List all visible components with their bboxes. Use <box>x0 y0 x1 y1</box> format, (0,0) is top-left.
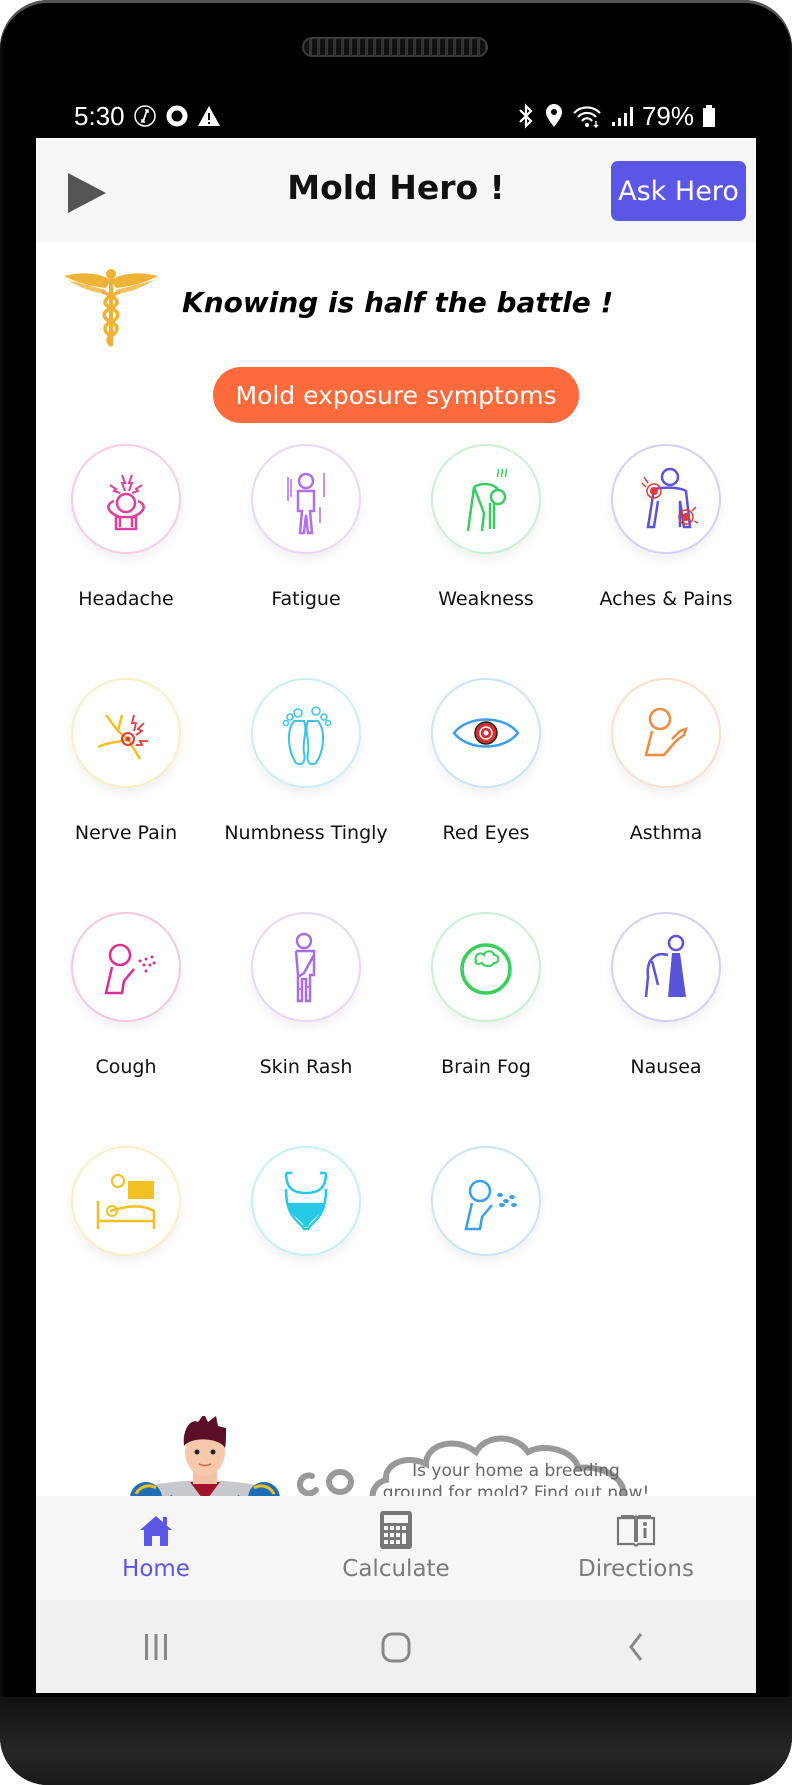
symptom-label: Headache <box>78 588 174 610</box>
tagline: Knowing is half the battle ! <box>182 286 614 319</box>
battery-percent: 79% <box>641 100 694 131</box>
nav-home-label: Home <box>122 1556 190 1582</box>
symptom-tile-skin-rash[interactable]: Skin Rash <box>216 906 396 1140</box>
sneeze-icon <box>431 1146 541 1256</box>
battery-icon <box>702 104 716 128</box>
app-screen: Mold Hero ! Ask Hero Knowing is half the… <box>36 138 756 1693</box>
nav-home[interactable]: Home <box>36 1496 276 1600</box>
symptom-tile-weakness[interactable]: Weakness <box>396 438 576 672</box>
symptom-label: Red Eyes <box>442 822 530 844</box>
symptom-label: Skin Rash <box>259 1056 353 1078</box>
symptom-label: Aches & Pains <box>599 588 733 610</box>
nav-calculate-label: Calculate <box>342 1556 450 1582</box>
nav-directions-label: Directions <box>578 1556 694 1582</box>
symptom-tile-aches-pains[interactable]: Aches & Pains <box>576 438 756 672</box>
symptom-label: Asthma <box>629 822 703 844</box>
brain-fog-icon <box>431 912 541 1022</box>
nausea-icon <box>611 912 721 1022</box>
fatigue-icon <box>251 444 361 554</box>
nerve-pain-icon <box>71 678 181 788</box>
aches-pains-icon <box>611 444 721 554</box>
phone-frame: 5:30 79% Mold Hero ! Ask Hero Knowing is… <box>0 0 792 1785</box>
headache-icon <box>71 444 181 554</box>
bladder-icon <box>251 1146 361 1256</box>
skin-rash-icon <box>251 912 361 1022</box>
symptom-tile-sneeze[interactable] <box>396 1140 576 1374</box>
home-system-button[interactable] <box>366 1622 426 1672</box>
symptom-label: Cough <box>95 1056 157 1078</box>
symptom-tile-numbness-tingly[interactable]: Numbness Tingly <box>216 672 396 906</box>
bluetooth-icon <box>516 103 536 129</box>
system-navigation-bar <box>36 1600 756 1693</box>
cough-icon <box>71 912 181 1022</box>
app-header: Mold Hero ! Ask Hero <box>36 138 756 242</box>
promo-text-line-1: Is your home a breeding <box>412 1461 620 1481</box>
record-circle-icon <box>165 104 189 128</box>
symptom-tile-headache[interactable]: Headache <box>36 438 216 672</box>
play-button[interactable] <box>66 171 108 215</box>
wifi-icon <box>572 103 602 129</box>
asthma-icon <box>611 678 721 788</box>
phone-speaker <box>302 37 488 57</box>
symptom-label: Fatigue <box>271 588 341 610</box>
nav-directions[interactable]: Directions <box>516 1496 756 1600</box>
symptom-label: Nerve Pain <box>74 822 178 844</box>
symptom-label: Numbness Tingly <box>224 822 388 844</box>
location-icon <box>544 103 564 129</box>
symptom-tile-fatigue[interactable]: Fatigue <box>216 438 396 672</box>
symptom-tile-asthma[interactable]: Asthma <box>576 672 756 906</box>
red-eyes-icon <box>431 678 541 788</box>
symptom-tile-nerve-pain[interactable]: Nerve Pain <box>36 672 216 906</box>
insomnia-bed-icon <box>71 1146 181 1256</box>
symptom-tile-bladder[interactable] <box>216 1140 396 1374</box>
ask-hero-button[interactable]: Ask Hero <box>611 161 746 221</box>
symptom-label: Brain Fog <box>441 1056 531 1078</box>
signal-icon <box>610 104 634 128</box>
book-info-icon <box>616 1515 656 1547</box>
symptom-tile-insomnia-bed[interactable] <box>36 1140 216 1374</box>
home-icon <box>140 1516 172 1546</box>
numbness-icon <box>251 678 361 788</box>
back-icon <box>629 1632 643 1661</box>
sync-circle-icon <box>133 104 157 128</box>
symptom-tile-nausea[interactable]: Nausea <box>576 906 756 1140</box>
recent-apps-button[interactable] <box>126 1622 186 1672</box>
nav-calculate[interactable]: Calculate <box>276 1496 516 1600</box>
home-circle-icon <box>381 1632 411 1662</box>
symptom-tile-brain-fog[interactable]: Brain Fog <box>396 906 576 1140</box>
symptom-tile-red-eyes[interactable]: Red Eyes <box>396 672 576 906</box>
play-icon <box>68 173 106 213</box>
status-time: 5:30 <box>74 100 125 131</box>
bottom-nav: Home Calculate Directions <box>36 1496 756 1600</box>
symptom-tile-cough[interactable]: Cough <box>36 906 216 1140</box>
phone-chin <box>0 1697 792 1785</box>
mold-exposure-symptoms-button[interactable]: Mold exposure symptoms <box>213 367 579 423</box>
calculator-icon <box>380 1511 412 1549</box>
symptom-label: Weakness <box>438 588 534 610</box>
symptom-label: Nausea <box>630 1056 702 1078</box>
recent-apps-icon <box>145 1633 167 1660</box>
warning-icon <box>197 104 221 128</box>
back-button[interactable] <box>606 1622 666 1672</box>
intro-section: Knowing is half the battle ! <box>36 242 756 362</box>
symptoms-grid[interactable]: Headache Fatigue Weakness Aches & Pains Nerv… <box>36 438 756 1394</box>
status-bar: 5:30 79% <box>36 96 756 136</box>
caduceus-icon <box>62 266 160 348</box>
weakness-icon <box>431 444 541 554</box>
